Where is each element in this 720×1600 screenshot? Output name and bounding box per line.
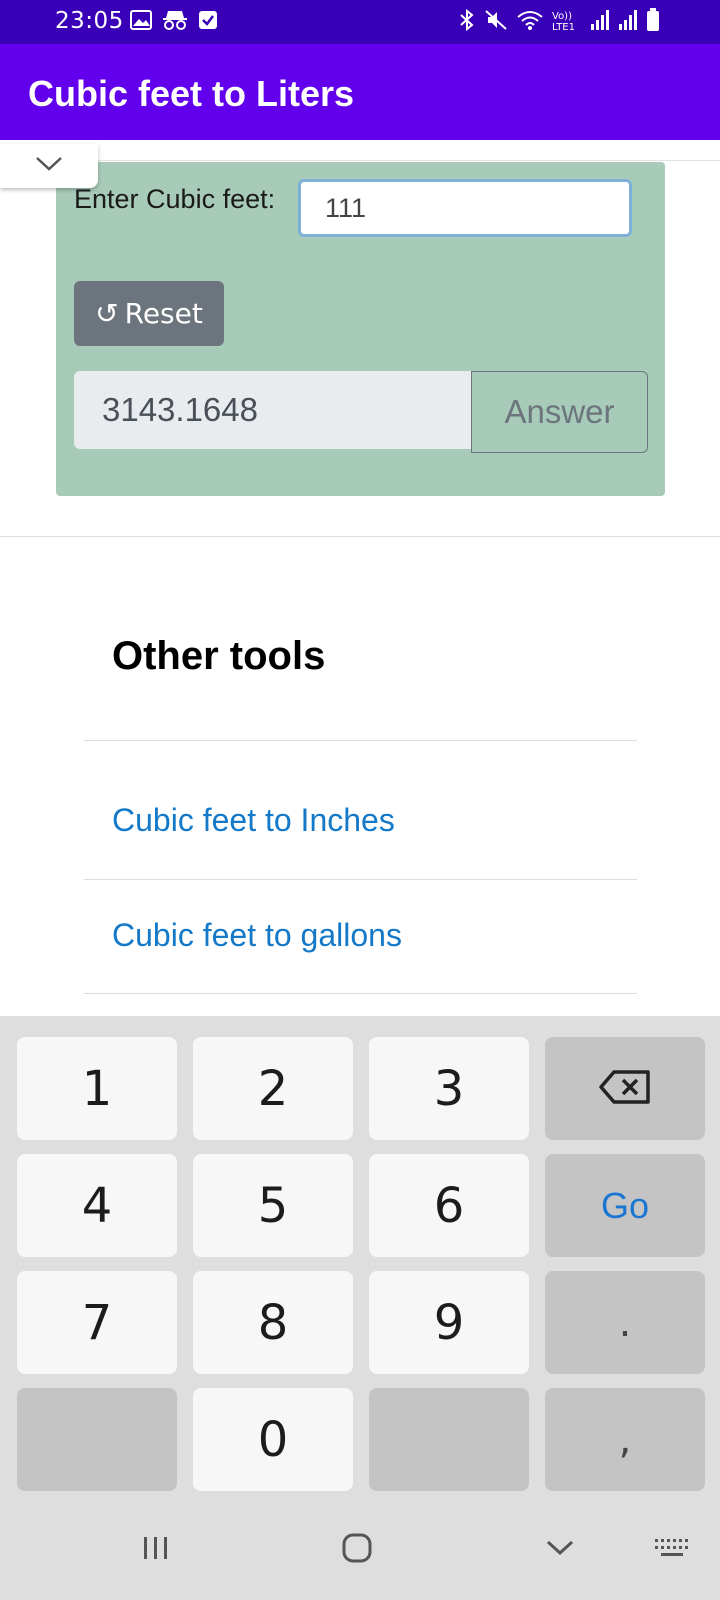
backspace-key[interactable] bbox=[545, 1037, 705, 1140]
link-cubic-feet-to-inches[interactable]: Cubic feet to Inches bbox=[112, 802, 395, 839]
gallery-icon bbox=[130, 10, 152, 34]
home-icon bbox=[342, 1533, 372, 1568]
list-divider bbox=[84, 879, 637, 880]
status-right-icons: Vo)) LTE1 bbox=[458, 8, 660, 36]
blank-key[interactable] bbox=[369, 1388, 529, 1491]
other-tools-heading: Other tools bbox=[112, 634, 326, 678]
key-1[interactable]: 1 bbox=[17, 1037, 177, 1140]
status-bar: 23:05 Vo)) LTE1 bbox=[0, 0, 720, 44]
keyboard-switch-button[interactable] bbox=[642, 1530, 702, 1570]
navigation-bar bbox=[0, 1500, 720, 1600]
bluetooth-icon bbox=[458, 8, 476, 36]
key-6[interactable]: 6 bbox=[369, 1154, 529, 1257]
reset-icon: ↺ bbox=[95, 297, 119, 330]
list-divider bbox=[84, 740, 637, 741]
mute-icon bbox=[484, 8, 508, 36]
divider bbox=[96, 160, 720, 161]
key-4[interactable]: 4 bbox=[17, 1154, 177, 1257]
converter-card: Enter Cubic feet: 111 ↺ Reset 3143.1648 … bbox=[56, 162, 665, 496]
chevron-down-icon bbox=[34, 155, 64, 178]
back-button[interactable] bbox=[530, 1530, 590, 1570]
status-time: 23:05 bbox=[55, 8, 124, 34]
comma-key[interactable]: , bbox=[545, 1388, 705, 1491]
key-8[interactable]: 8 bbox=[193, 1271, 353, 1374]
key-7[interactable]: 7 bbox=[17, 1271, 177, 1374]
app-title: Cubic feet to Liters bbox=[28, 73, 355, 114]
recents-button[interactable] bbox=[126, 1530, 186, 1570]
wifi-icon bbox=[516, 9, 544, 35]
reset-label: Reset bbox=[124, 297, 203, 330]
key-5[interactable]: 5 bbox=[193, 1154, 353, 1257]
back-icon bbox=[545, 1538, 575, 1563]
signal-icon bbox=[590, 9, 610, 35]
battery-icon bbox=[646, 8, 660, 36]
app-bar: Cubic feet to Liters bbox=[0, 44, 720, 140]
go-key[interactable]: Go bbox=[545, 1154, 705, 1257]
checkbox-icon bbox=[198, 10, 218, 34]
recents-icon bbox=[141, 1535, 171, 1566]
list-divider bbox=[84, 993, 637, 994]
blank-key[interactable] bbox=[17, 1388, 177, 1491]
key-3[interactable]: 3 bbox=[369, 1037, 529, 1140]
section-divider bbox=[0, 536, 720, 537]
key-2[interactable]: 2 bbox=[193, 1037, 353, 1140]
answer-button[interactable]: Answer bbox=[471, 371, 648, 453]
backspace-icon bbox=[598, 1061, 652, 1117]
status-left-icons bbox=[130, 10, 218, 34]
link-cubic-feet-to-gallons[interactable]: Cubic feet to gallons bbox=[112, 917, 402, 954]
collapse-toggle[interactable] bbox=[0, 144, 98, 188]
key-0[interactable]: 0 bbox=[193, 1388, 353, 1491]
keyboard-icon bbox=[654, 1538, 690, 1563]
cubic-feet-input[interactable]: 111 bbox=[298, 179, 632, 237]
home-button[interactable] bbox=[327, 1530, 387, 1570]
reset-button[interactable]: ↺ Reset bbox=[74, 281, 224, 346]
signal-icon bbox=[618, 9, 638, 35]
cubic-feet-label: Enter Cubic feet: bbox=[74, 184, 276, 214]
result-field: 3143.1648 bbox=[74, 371, 472, 449]
web-content: Enter Cubic feet: 111 ↺ Reset 3143.1648 … bbox=[0, 140, 720, 1016]
incognito-icon bbox=[162, 9, 188, 35]
dot-key[interactable]: . bbox=[545, 1271, 705, 1374]
network-label: Vo)) LTE1 bbox=[552, 11, 575, 33]
key-9[interactable]: 9 bbox=[369, 1271, 529, 1374]
